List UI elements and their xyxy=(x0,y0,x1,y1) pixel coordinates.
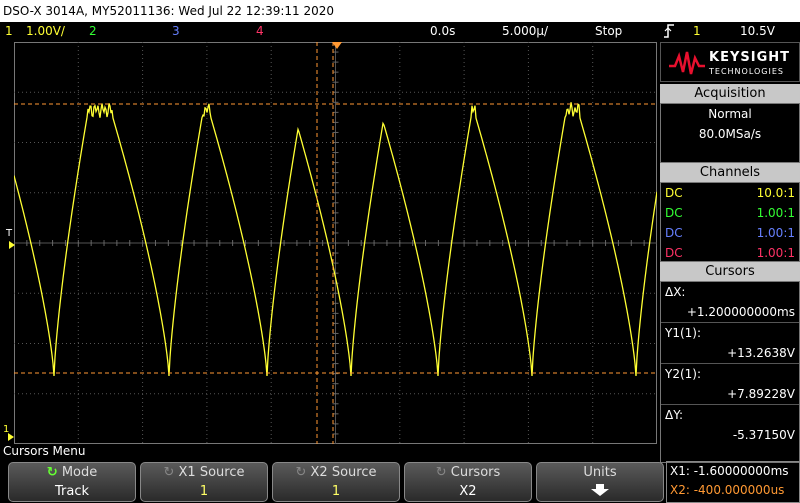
y2-value: +7.89228V xyxy=(727,387,795,401)
run-state: Stop xyxy=(595,24,623,38)
channel-coupling: DC xyxy=(665,206,683,220)
y1-value: +13.2638V xyxy=(727,346,795,360)
keysight-logo: KEYSIGHT TECHNOLOGIES xyxy=(660,42,800,82)
graticule xyxy=(14,42,657,444)
mode-label: Mode xyxy=(61,465,98,480)
dy-label: ΔY: xyxy=(665,408,683,422)
x2-source-label: X2 Source xyxy=(310,465,377,480)
channel-coupling: DC xyxy=(665,226,683,240)
channels-box: DC 10.0:1 DC 1.00:1 DC 1.00:1 DC 1.00:1 xyxy=(660,182,800,262)
waveform-display[interactable] xyxy=(14,42,657,444)
keysight-wave-icon xyxy=(669,51,705,75)
trigger-arrow-icon xyxy=(9,241,15,249)
x2-source-value: 1 xyxy=(331,484,341,499)
logo-subtitle: TECHNOLOGIES xyxy=(709,67,784,76)
units-label: Units xyxy=(583,465,617,480)
menu-title: Cursors Menu xyxy=(3,444,86,458)
channel-row-1[interactable]: DC 10.0:1 xyxy=(661,183,799,203)
mode-select-icon: ↻ xyxy=(46,465,58,480)
x1-readout: X1: -1.60000000ms xyxy=(670,464,789,478)
ch1-scale[interactable]: 1.00V/ xyxy=(26,22,65,41)
trigger-level[interactable]: 10.5V xyxy=(740,22,775,41)
x1-source-value: 1 xyxy=(199,484,209,499)
logo-brand: KEYSIGHT xyxy=(709,50,790,65)
ch4-number[interactable]: 4 xyxy=(256,22,264,41)
channel-coupling: DC xyxy=(665,246,683,260)
trigger-level-marker: T xyxy=(6,228,13,239)
ground-arrow-icon xyxy=(8,433,14,441)
x1-source-label: X1 Source xyxy=(178,465,245,480)
ch3-number[interactable]: 3 xyxy=(172,22,180,41)
x2-source-softkey[interactable]: ↻ X2 Source 1 xyxy=(272,462,400,502)
channel-probe: 1.00:1 xyxy=(756,246,795,260)
cursors-box: ΔX: +1.200000000ms Y1(1): +13.2638V Y2(1… xyxy=(660,281,800,463)
channels-header[interactable]: Channels xyxy=(660,163,800,182)
cursors-softkey[interactable]: ↻ Cursors X2 xyxy=(404,462,532,502)
acquisition-box: Normal 80.0MSa/s xyxy=(660,103,800,163)
cursor-readout: X1: -1.60000000ms X2: -400.000000us xyxy=(666,461,800,503)
acquisition-header[interactable]: Acquisition xyxy=(660,84,800,103)
acquisition-mode: Normal xyxy=(708,107,752,121)
mode-value: Track xyxy=(54,484,90,499)
cursors-value: X2 xyxy=(459,484,477,499)
delay-value[interactable]: 0.0s xyxy=(430,22,455,41)
dy-value: -5.37150V xyxy=(732,428,795,442)
acquisition-rate: 80.0MSa/s xyxy=(698,127,762,141)
side-panel: KEYSIGHT TECHNOLOGIES Acquisition Normal… xyxy=(660,42,800,463)
y1-label: Y1(1): xyxy=(665,326,702,340)
channel-coupling: DC xyxy=(665,186,683,200)
trigger-position-icon xyxy=(332,42,342,49)
cursors-label: Cursors xyxy=(450,465,501,480)
channel-row-4[interactable]: DC 1.00:1 xyxy=(661,243,799,263)
mode-softkey[interactable]: ↻ Mode Track xyxy=(8,462,136,502)
status-bar: 1 1.00V/ 2 3 4 0.0s 5.000µ/ Stop 1 10.5V xyxy=(0,22,800,41)
x2-readout: X2: -400.000000us xyxy=(670,483,785,497)
dx-label: ΔX: xyxy=(665,285,686,299)
channel-probe: 1.00:1 xyxy=(756,206,795,220)
x1-select-icon: ↻ xyxy=(163,465,175,480)
dx-value: +1.200000000ms xyxy=(686,305,795,319)
x2-select-icon: ↻ xyxy=(295,465,307,480)
submenu-arrow-icon xyxy=(537,483,663,503)
title-bar: DSO-X 3014A, MY52011136: Wed Jul 22 12:3… xyxy=(0,0,800,22)
units-softkey[interactable]: Units xyxy=(536,462,664,502)
x1-source-softkey[interactable]: ↻ X1 Source 1 xyxy=(140,462,268,502)
y2-label: Y2(1): xyxy=(665,367,702,381)
channel-probe: 10.0:1 xyxy=(756,186,795,200)
ch1-number[interactable]: 1 xyxy=(5,22,13,41)
channel-row-3[interactable]: DC 1.00:1 xyxy=(661,223,799,243)
cursors-select-icon: ↻ xyxy=(435,465,447,480)
cursors-header[interactable]: Cursors xyxy=(660,262,800,281)
ch2-number[interactable]: 2 xyxy=(89,22,97,41)
timebase-value[interactable]: 5.000µ/ xyxy=(502,22,548,41)
channel-row-2[interactable]: DC 1.00:1 xyxy=(661,203,799,223)
trigger-channel[interactable]: 1 xyxy=(693,22,701,41)
channel-probe: 1.00:1 xyxy=(756,226,795,240)
